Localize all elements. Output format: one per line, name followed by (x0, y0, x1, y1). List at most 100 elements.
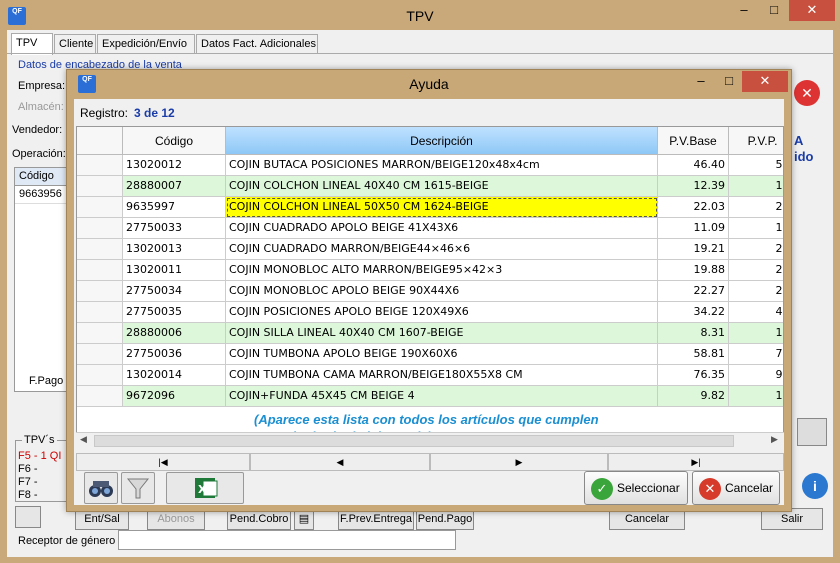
pv-base-cell[interactable]: 46.40 (658, 155, 729, 176)
descripcion-cell[interactable]: COJIN MONOBLOC APOLO BEIGE 90X44X6 (226, 281, 658, 302)
table-row[interactable]: 28880006 COJIN SILLA LINEAL 40X40 CM 1607… (77, 323, 783, 344)
codigo-cell[interactable]: 13020014 (123, 365, 226, 386)
pvp-cell[interactable]: 24. (729, 260, 783, 281)
close-button[interactable]: ✕ (789, 0, 835, 21)
codigo-cell[interactable]: 13020012 (123, 155, 226, 176)
scroll-thumb[interactable] (94, 435, 734, 447)
table-row[interactable]: 13020011 COJIN MONOBLOC ALTO MARRON/BEIGE… (77, 260, 783, 281)
table-row[interactable]: 27750033 COJIN CUADRADO APOLO BEIGE 41X43… (77, 218, 783, 239)
descripcion-cell[interactable]: COJIN BUTACA POSICIONES MARRON/BEIGE120x… (226, 155, 658, 176)
small-button[interactable] (15, 506, 41, 528)
codigo-cell[interactable]: 27750034 (123, 281, 226, 302)
pv-base-cell[interactable]: 34.22 (658, 302, 729, 323)
descripcion-cell[interactable]: COJIN+FUNDA 45X45 CM BEIGE 4 (226, 386, 658, 407)
row-selector[interactable] (77, 323, 123, 344)
binoculars-icon[interactable] (84, 472, 118, 504)
tab-cliente[interactable]: Cliente (54, 34, 96, 54)
table-row[interactable]: 9672096 COJIN+FUNDA 45X45 CM BEIGE 4 9.82 1… (77, 386, 783, 407)
pvp-cell[interactable]: 10. (729, 323, 783, 344)
pvp-cell[interactable]: 11. (729, 386, 783, 407)
tab-tpv[interactable]: TPV (11, 33, 53, 55)
minimize-button[interactable]: – (730, 0, 758, 21)
codigo-cell[interactable]: 9672096 (123, 386, 226, 407)
row-selector[interactable] (77, 260, 123, 281)
pvp-cell[interactable]: 26. (729, 281, 783, 302)
table-row[interactable]: 27750035 COJIN POSICIONES APOLO BEIGE 120… (77, 302, 783, 323)
codigo-cell[interactable]: 27750035 (123, 302, 226, 323)
descripcion-cell[interactable]: COJIN TUMBONA CAMA MARRON/BEIGE180X55X8 … (226, 365, 658, 386)
tab-expedicion[interactable]: Expedición/Envío (97, 34, 195, 54)
pvp-cell[interactable]: 15. (729, 176, 783, 197)
dialog-close-button[interactable]: ✕ (742, 71, 788, 92)
scroll-left-icon[interactable]: ◀ (80, 434, 87, 445)
table-row[interactable]: 27750034 COJIN MONOBLOC APOLO BEIGE 90X44… (77, 281, 783, 302)
pvp-cell[interactable]: 41. (729, 302, 783, 323)
codigo-cell[interactable]: 28880007 (123, 176, 226, 197)
row-selector[interactable] (77, 197, 123, 218)
row-selector[interactable] (77, 239, 123, 260)
pvp-cell[interactable]: 13. (729, 218, 783, 239)
pv-base-cell[interactable]: 22.03 (658, 197, 729, 218)
table-row[interactable]: 13020013 COJIN CUADRADO MARRON/BEIGE44×46… (77, 239, 783, 260)
descripcion-header[interactable]: Descripción (226, 127, 658, 155)
row-selector[interactable] (77, 155, 123, 176)
codigo-header[interactable]: Código (123, 127, 226, 155)
pvp-cell[interactable]: 92. (729, 365, 783, 386)
pv-base-cell[interactable]: 9.82 (658, 386, 729, 407)
descripcion-cell[interactable]: COJIN COLCHON LINEAL 40X40 CM 1615-BEIGE (226, 176, 658, 197)
prev-record-button[interactable]: ◀ (250, 453, 430, 471)
filter-icon[interactable] (121, 472, 155, 504)
table-row[interactable]: 27750036 COJIN TUMBONA APOLO BEIGE 190X60… (77, 344, 783, 365)
descripcion-cell[interactable]: COJIN SILLA LINEAL 40X40 CM 1607-BEIGE (226, 323, 658, 344)
pv-base-cell[interactable]: 58.81 (658, 344, 729, 365)
scroll-right-icon[interactable]: ▶ (771, 434, 778, 445)
codigo-cell[interactable]: 13020013 (123, 239, 226, 260)
info-icon[interactable]: i (802, 473, 828, 499)
descripcion-cell[interactable]: COJIN MONOBLOC ALTO MARRON/BEIGE95×42×3 (226, 260, 658, 281)
row-selector[interactable] (77, 302, 123, 323)
tpv-f8[interactable]: F8 - (18, 489, 38, 501)
row-selector[interactable] (77, 365, 123, 386)
codigo-cell[interactable]: 27750036 (123, 344, 226, 365)
pv-base-cell[interactable]: 11.09 (658, 218, 729, 239)
cancelar-dialog-button[interactable]: ✕ Cancelar (692, 471, 780, 505)
table-row[interactable]: 13020014 COJIN TUMBONA CAMA MARRON/BEIGE1… (77, 365, 783, 386)
codigo-cell[interactable]: 9635997 (123, 197, 226, 218)
descripcion-cell[interactable]: COJIN COLCHON LINEAL 50X50 CM 1624-BEIGE (226, 197, 658, 218)
row-selector[interactable] (77, 281, 123, 302)
next-record-button[interactable]: ▶ (430, 453, 608, 471)
tpv-f6[interactable]: F6 - (18, 463, 38, 475)
lines-grid[interactable]: Código 9663956 (14, 167, 74, 392)
seleccionar-button[interactable]: ✓ Seleccionar (584, 471, 688, 505)
pvp-header[interactable]: P.V.P. (729, 127, 783, 155)
codigo-cell[interactable]: 13020011 (123, 260, 226, 281)
pv-base-cell[interactable]: 19.21 (658, 239, 729, 260)
descripcion-cell[interactable]: COJIN CUADRADO MARRON/BEIGE44×46×6 (226, 239, 658, 260)
pvp-cell[interactable]: 56. (729, 155, 783, 176)
table-row[interactable]: 13020012 COJIN BUTACA POSICIONES MARRON/B… (77, 155, 783, 176)
tpv-f7[interactable]: F7 - (18, 476, 38, 488)
tpv-f5[interactable]: F5 - 1 QI (18, 450, 61, 462)
codigo-cell[interactable]: 27750033 (123, 218, 226, 239)
pv-base-header[interactable]: P.V.Base (658, 127, 729, 155)
pv-base-cell[interactable]: 76.35 (658, 365, 729, 386)
pvp-cell[interactable]: 23. (729, 239, 783, 260)
last-record-button[interactable]: ▶| (608, 453, 784, 471)
excel-icon[interactable]: X (166, 472, 244, 504)
receptor-input[interactable] (118, 530, 456, 550)
tab-datos-fact[interactable]: Datos Fact. Adicionales (196, 34, 318, 54)
descripcion-cell[interactable]: COJIN CUADRADO APOLO BEIGE 41X43X6 (226, 218, 658, 239)
dialog-minimize-button[interactable]: – (687, 71, 715, 92)
row-selector[interactable] (77, 386, 123, 407)
pvp-cell[interactable]: 26. (729, 197, 783, 218)
codigo-cell[interactable]: 28880006 (123, 323, 226, 344)
descripcion-cell[interactable]: COJIN TUMBONA APOLO BEIGE 190X60X6 (226, 344, 658, 365)
horizontal-scrollbar[interactable]: ◀ ▶ (76, 432, 784, 449)
descripcion-cell[interactable]: COJIN POSICIONES APOLO BEIGE 120X49X6 (226, 302, 658, 323)
pv-base-cell[interactable]: 19.88 (658, 260, 729, 281)
row-selector[interactable] (77, 344, 123, 365)
line-row[interactable]: 9663956 (15, 186, 73, 204)
row-selector[interactable] (77, 176, 123, 197)
pv-base-cell[interactable]: 12.39 (658, 176, 729, 197)
table-row[interactable]: 28880007 COJIN COLCHON LINEAL 40X40 CM 16… (77, 176, 783, 197)
